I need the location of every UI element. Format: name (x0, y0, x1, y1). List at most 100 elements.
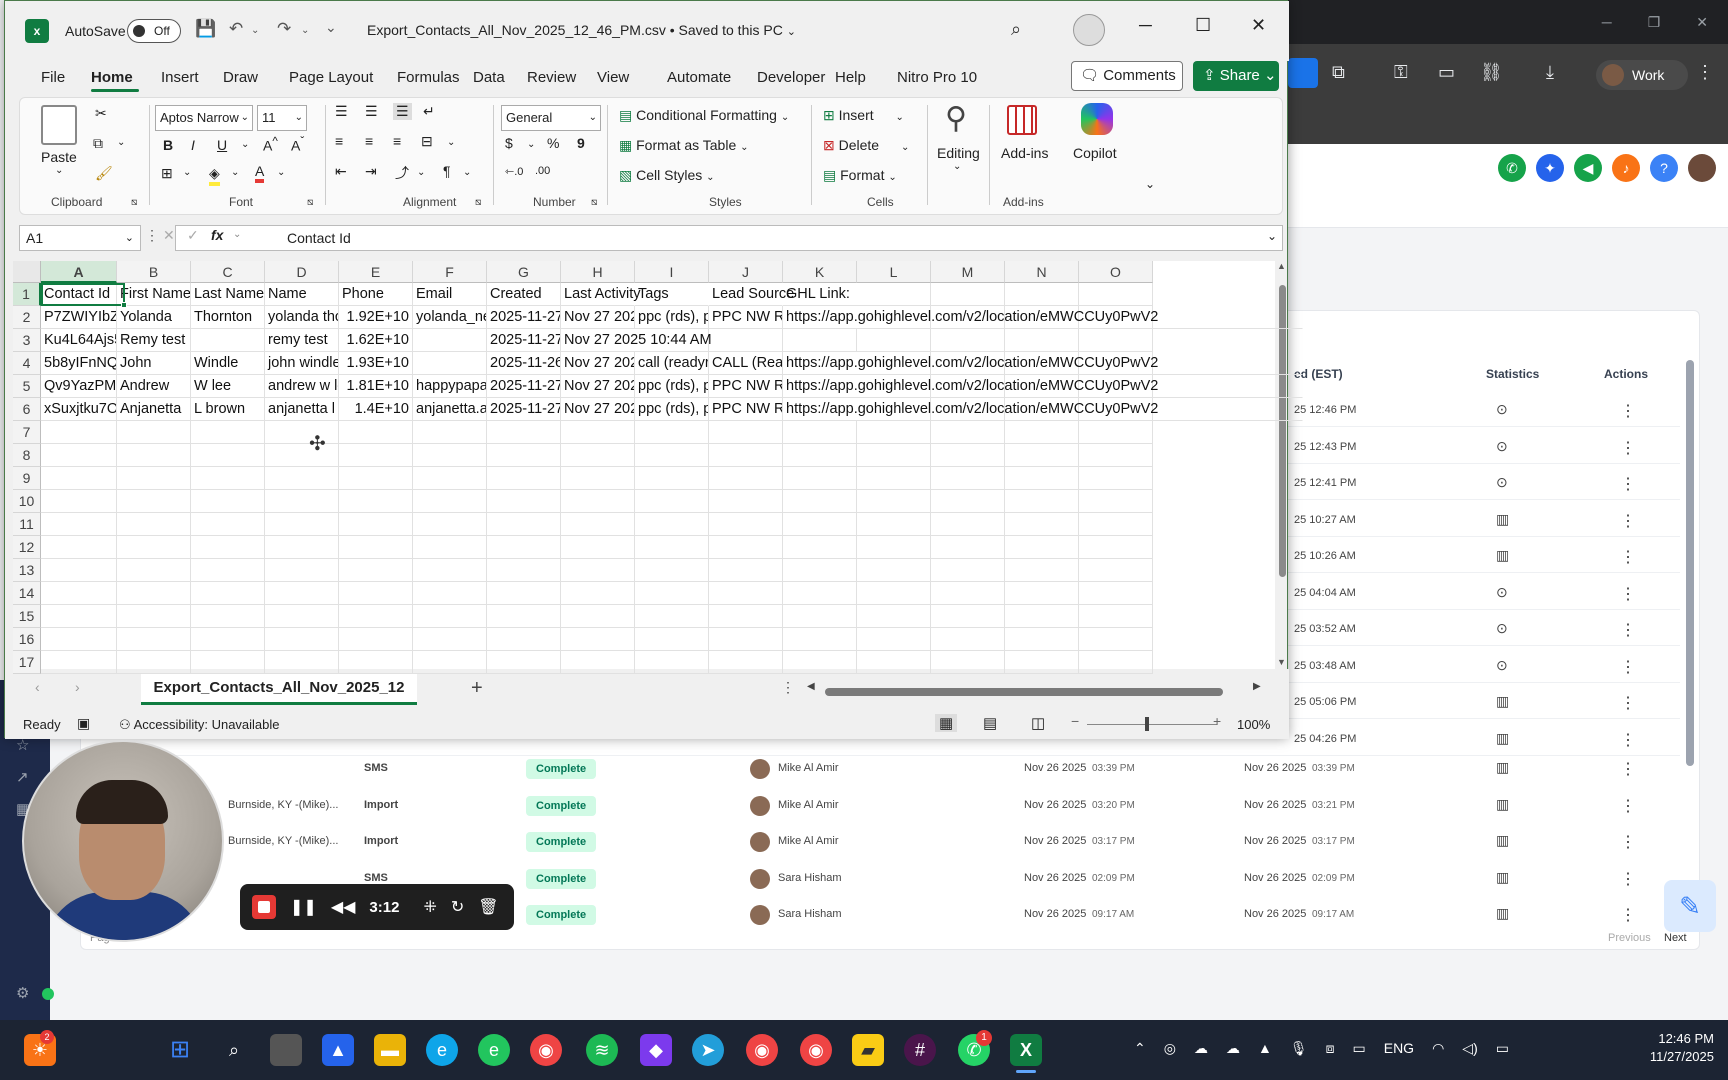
actions-menu-icon[interactable]: ⋮ (1620, 730, 1636, 750)
cell-I11[interactable] (635, 513, 709, 536)
next-sheet-icon[interactable]: › (75, 679, 80, 695)
start-icon[interactable]: ⊞ (164, 1034, 196, 1066)
cell-J17[interactable] (709, 651, 783, 674)
cell-M7[interactable] (931, 421, 1005, 444)
previous-button[interactable]: Previous (1608, 932, 1651, 944)
spotify-icon[interactable]: ≋ (586, 1034, 618, 1066)
cell-B9[interactable] (117, 467, 191, 490)
cell-B6[interactable]: Anjanetta (117, 398, 191, 421)
conditional-formatting-button[interactable]: ▤ Conditional Formatting ⌄ (619, 107, 789, 124)
row-header-5[interactable]: 5 (13, 375, 41, 398)
format-as-table-button[interactable]: ▦ Format as Table ⌄ (619, 137, 749, 154)
cell-B12[interactable] (117, 536, 191, 559)
scroll-left-icon[interactable]: ◀ (807, 681, 815, 692)
cell-I1[interactable]: Tags (635, 283, 709, 306)
actions-menu-icon[interactable]: ⋮ (1620, 796, 1636, 816)
cell-G15[interactable] (487, 605, 561, 628)
insert-function-icon[interactable]: fx (211, 227, 223, 243)
cell-E3[interactable]: 1.62E+10 (339, 329, 413, 352)
cell-L9[interactable] (857, 467, 931, 490)
cell-D16[interactable] (265, 628, 339, 651)
cell-A16[interactable] (41, 628, 117, 651)
cell-K8[interactable] (783, 444, 857, 467)
cell-D3[interactable]: remy test (265, 329, 339, 352)
rewind-icon[interactable]: ◀◀ (331, 897, 356, 917)
cell-C5[interactable]: W lee (191, 375, 265, 398)
cell-G13[interactable] (487, 559, 561, 582)
statistics-chart-icon[interactable]: ▥ (1496, 869, 1509, 886)
font-color-icon[interactable]: A (255, 163, 265, 183)
menu-formulas[interactable]: Formulas (397, 69, 460, 86)
cell-H7[interactable] (561, 421, 635, 444)
row-header-7[interactable]: 7 (13, 421, 41, 444)
telegram-icon[interactable]: ➤ (692, 1034, 724, 1066)
row-header-15[interactable]: 15 (13, 605, 41, 628)
cell-H15[interactable] (561, 605, 635, 628)
vpn-icon[interactable]: ◎ (1164, 1040, 1176, 1057)
minimize-icon[interactable]: ─ (1602, 14, 1612, 30)
scroll-right-icon[interactable]: ▶ (1253, 681, 1261, 692)
zoom-in-icon[interactable]: + (1213, 713, 1221, 729)
cell-K5[interactable]: https://app.gohighlevel.com/v2/location/… (783, 375, 1303, 398)
cell-B14[interactable] (117, 582, 191, 605)
zoom-slider-thumb[interactable] (1145, 717, 1149, 731)
cell-I16[interactable] (635, 628, 709, 651)
statistics-chart-icon[interactable]: ▥ (1496, 730, 1509, 747)
col-header-e[interactable]: E (339, 261, 413, 283)
excel-taskbar-icon[interactable]: X (1010, 1034, 1042, 1066)
cell-K1[interactable]: GHL Link: (783, 283, 903, 306)
fill-dropdown-icon[interactable]: ⌄ (231, 167, 239, 178)
cell-D13[interactable] (265, 559, 339, 582)
cell-J16[interactable] (709, 628, 783, 651)
office-icon[interactable]: ◆ (640, 1034, 672, 1066)
col-header-f[interactable]: F (413, 261, 487, 283)
cell-C14[interactable] (191, 582, 265, 605)
share-button[interactable]: ⇪ Share ⌄ (1193, 61, 1279, 91)
merge-dropdown-icon[interactable]: ⌄ (447, 137, 455, 148)
cell-N15[interactable] (1005, 605, 1079, 628)
col-header-j[interactable]: J (709, 261, 783, 283)
cell-C7[interactable] (191, 421, 265, 444)
menu-help[interactable]: Help (835, 69, 866, 86)
cell-O11[interactable] (1079, 513, 1153, 536)
cell-I10[interactable] (635, 490, 709, 513)
col-header-l[interactable]: L (857, 261, 931, 283)
row-header-11[interactable]: 11 (13, 513, 41, 536)
copy-dropdown-icon[interactable]: ⌄ (117, 137, 125, 148)
cell-O12[interactable] (1079, 536, 1153, 559)
menu-draw[interactable]: Draw (223, 69, 258, 86)
cell-I4[interactable]: call (readyr (635, 352, 709, 375)
cell-I8[interactable] (635, 444, 709, 467)
cell-F15[interactable] (413, 605, 487, 628)
col-header-b[interactable]: B (117, 261, 191, 283)
col-header-h[interactable]: H (561, 261, 635, 283)
cell-C9[interactable] (191, 467, 265, 490)
cell-F7[interactable] (413, 421, 487, 444)
profile-work-button[interactable]: Work (1596, 60, 1688, 90)
restore-icon[interactable]: ❐ (1648, 14, 1661, 30)
increase-decimal-icon[interactable]: ⇽.0 (505, 165, 523, 178)
cell-G1[interactable]: Created (487, 283, 561, 306)
actions-menu-icon[interactable]: ⋮ (1620, 547, 1636, 567)
row-header-2[interactable]: 2 (13, 306, 41, 329)
cell-B17[interactable] (117, 651, 191, 674)
cell-A8[interactable] (41, 444, 117, 467)
more-icon[interactable]: ⋮ (1696, 62, 1714, 83)
cell-A7[interactable] (41, 421, 117, 444)
cell-J4[interactable]: CALL (Read (709, 352, 783, 375)
actions-menu-icon[interactable]: ⋮ (1620, 438, 1636, 458)
cell-E5[interactable]: 1.81E+10 (339, 375, 413, 398)
row-header-10[interactable]: 10 (13, 490, 41, 513)
cell-L16[interactable] (857, 628, 931, 651)
cell-C2[interactable]: Thornton (191, 306, 265, 329)
cell-F10[interactable] (413, 490, 487, 513)
cell-D1[interactable]: Name (265, 283, 339, 306)
copilot-icon[interactable] (1081, 103, 1113, 135)
cell-F16[interactable] (413, 628, 487, 651)
number-format-select[interactable]: General ⌄ (501, 105, 601, 131)
zoom-slider[interactable] (1087, 724, 1217, 725)
fx-dropdown-icon[interactable]: ⌄ (233, 229, 241, 240)
addins-icon[interactable] (1007, 105, 1037, 135)
slack-icon[interactable]: # (904, 1034, 936, 1066)
menu-page-layout[interactable]: Page Layout (289, 69, 373, 86)
